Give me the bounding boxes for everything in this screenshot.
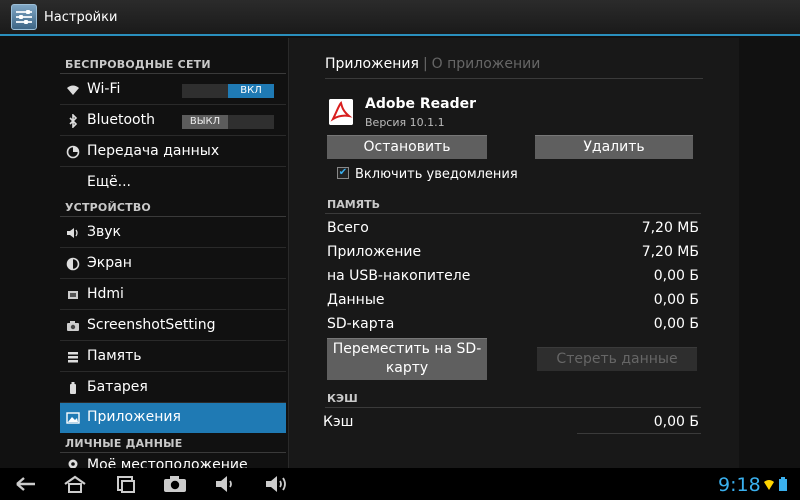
tab-bar: Приложения | О приложении: [325, 56, 540, 72]
app-name: Adobe Reader: [365, 96, 477, 112]
memory-row-value: 7,20 МБ: [641, 220, 699, 236]
memory-row-value: 0,00 Б: [653, 316, 699, 332]
home-icon[interactable]: [63, 474, 87, 494]
divider: [60, 73, 286, 74]
memory-row-label: Данные: [327, 292, 385, 308]
sidebar-item-label: Моё местоположение: [87, 457, 248, 468]
sidebar-item-label: Звук: [87, 224, 121, 240]
app-version: Версия 10.1.1: [365, 116, 445, 129]
memory-row: SD-карта 0,00 Б: [327, 316, 699, 336]
system-nav-bar: [0, 468, 800, 500]
uninstall-button[interactable]: Удалить: [535, 135, 693, 159]
status-clock[interactable]: 9:18: [718, 474, 761, 496]
sidebar-item-label: Приложения: [87, 409, 181, 425]
category-wireless: БЕСПРОВОДНЫЕ СЕТИ: [65, 58, 211, 71]
hdmi-icon: [66, 288, 80, 302]
back-icon[interactable]: [14, 474, 38, 494]
settings-sliders-icon[interactable]: [11, 4, 37, 30]
notifications-checkbox[interactable]: ✔: [337, 167, 349, 179]
bluetooth-icon: [66, 113, 80, 129]
sidebar-item-label: Bluetooth: [87, 112, 155, 128]
recent-apps-icon[interactable]: [114, 474, 138, 494]
wifi-toggle[interactable]: ВКЛ: [182, 84, 274, 98]
cache-row-value: 0,00 Б: [653, 414, 699, 430]
memory-row-label: SD-карта: [327, 316, 395, 332]
move-to-sd-button[interactable]: Переместить на SD-карту: [327, 338, 487, 380]
sidebar-item-wifi[interactable]: Wi-Fi ВКЛ: [60, 75, 286, 105]
screenshot-camera-icon[interactable]: [162, 474, 188, 494]
sidebar-item-storage[interactable]: Память: [60, 342, 286, 372]
camera-icon: [66, 319, 80, 333]
memory-row: на USB-накопителе 0,00 Б: [327, 268, 699, 288]
tab-about-app[interactable]: О приложении: [432, 56, 541, 72]
sidebar-item-apps[interactable]: Приложения: [60, 403, 286, 433]
volume-up-icon[interactable]: [263, 474, 289, 494]
sidebar-item-sound[interactable]: Звук: [60, 218, 286, 248]
cache-row: Кэш 0,00 Б: [323, 414, 699, 434]
toggle-off-label: ВЫКЛ: [182, 115, 228, 129]
sidebar-item-label: Передача данных: [87, 143, 220, 159]
tab-applications[interactable]: Приложения: [325, 56, 419, 72]
divider: [325, 407, 701, 408]
sidebar-item-screenshot[interactable]: ScreenshotSetting: [60, 311, 286, 341]
memory-row-value: 7,20 МБ: [641, 244, 699, 260]
storage-icon: [66, 350, 80, 364]
divider: [325, 213, 701, 214]
wifi-icon: [66, 83, 80, 97]
location-icon: [66, 458, 80, 468]
sidebar-item-hdmi[interactable]: Hdmi: [60, 280, 286, 310]
notifications-label: Включить уведомления: [355, 167, 518, 182]
bluetooth-toggle[interactable]: ВЫКЛ: [182, 115, 274, 129]
volume-down-icon[interactable]: [213, 474, 237, 494]
app-info-panel: Приложения | О приложении Adobe Reader Вер…: [288, 38, 739, 468]
sidebar-item-label: Батарея: [87, 379, 148, 395]
sidebar-item-location[interactable]: Моё местоположение: [60, 456, 286, 468]
sidebar-item-data-usage[interactable]: Передача данных: [60, 137, 286, 167]
page-title: Настройки: [44, 10, 118, 25]
divider: [60, 452, 286, 453]
force-stop-button[interactable]: Остановить: [327, 135, 487, 159]
memory-row: Всего 7,20 МБ: [327, 220, 699, 240]
category-device: УСТРОЙСТВО: [65, 201, 151, 214]
battery-icon: [66, 381, 80, 395]
cache-section-header: КЭШ: [327, 392, 358, 405]
sidebar-item-label: Память: [87, 348, 142, 364]
sidebar-item-bluetooth[interactable]: Bluetooth ВЫКЛ: [60, 106, 286, 136]
memory-row-label: на USB-накопителе: [327, 268, 471, 284]
divider: [577, 433, 701, 434]
sidebar-item-label: Hdmi: [87, 286, 124, 302]
memory-row: Данные 0,00 Б: [327, 292, 699, 312]
sidebar-item-label: Wi-Fi: [87, 81, 121, 97]
toggle-on-label: ВКЛ: [228, 84, 274, 98]
clear-data-button[interactable]: Стереть данные: [537, 347, 697, 371]
main-area: БЕСПРОВОДНЫЕ СЕТИ Wi-Fi ВКЛ Bluetooth ВЫ…: [0, 36, 800, 468]
memory-row-label: Всего: [327, 220, 369, 236]
divider: [60, 216, 286, 217]
battery-status-icon: [778, 476, 788, 492]
settings-sidebar: БЕСПРОВОДНЫЕ СЕТИ Wi-Fi ВКЛ Bluetooth ВЫ…: [60, 36, 286, 468]
sidebar-item-label: Ещё...: [87, 174, 131, 190]
sidebar-item-label: Экран: [87, 255, 132, 271]
memory-row-label: Приложение: [327, 244, 422, 260]
speaker-icon: [66, 226, 80, 240]
title-bar: Настройки: [0, 0, 800, 36]
sidebar-item-battery[interactable]: Батарея: [60, 373, 286, 403]
memory-row-value: 0,00 Б: [653, 268, 699, 284]
brightness-icon: [66, 257, 80, 271]
memory-row: Приложение 7,20 МБ: [327, 244, 699, 264]
data-usage-icon: [66, 145, 80, 159]
sidebar-item-label: ScreenshotSetting: [87, 317, 216, 333]
cache-row-label: Кэш: [323, 414, 354, 430]
adobe-reader-icon: [329, 99, 353, 125]
memory-section-header: ПАМЯТЬ: [327, 198, 381, 211]
wifi-signal-icon: [764, 476, 774, 492]
sidebar-item-more[interactable]: Ещё...: [60, 168, 286, 198]
memory-row-value: 0,00 Б: [653, 292, 699, 308]
divider: [325, 78, 703, 79]
category-personal: ЛИЧНЫЕ ДАННЫЕ: [65, 437, 183, 450]
sidebar-item-display[interactable]: Экран: [60, 249, 286, 279]
apps-icon: [66, 411, 80, 425]
tab-separator: |: [422, 56, 428, 72]
